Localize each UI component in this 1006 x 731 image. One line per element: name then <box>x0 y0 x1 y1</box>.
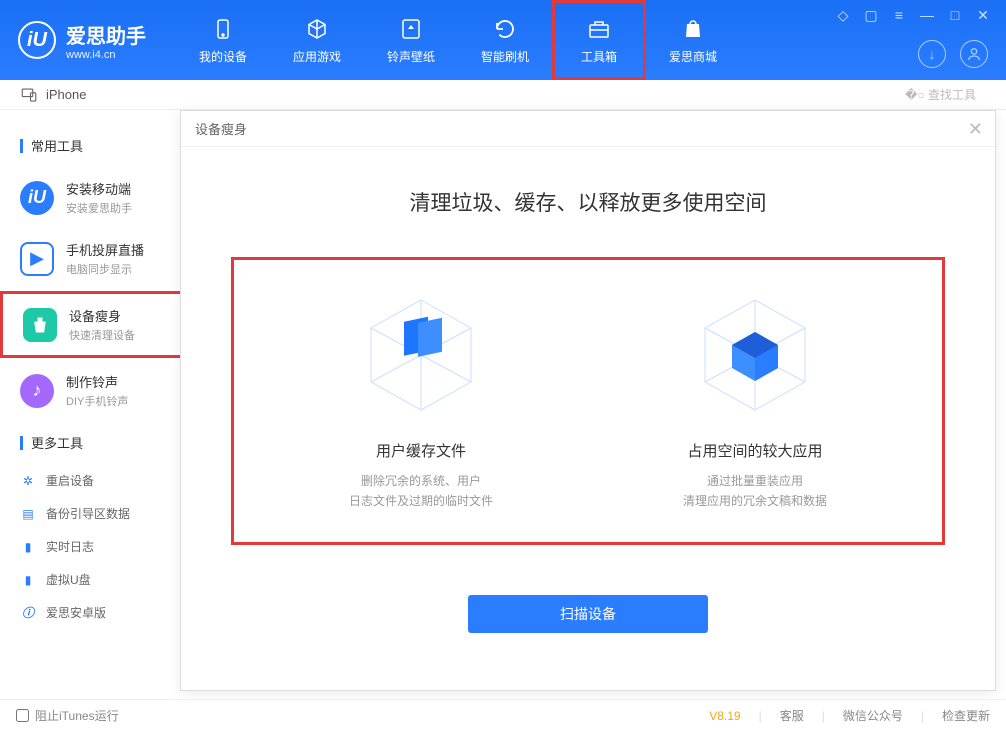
device-bar: iPhone �○ 查找工具 <box>0 80 1006 110</box>
device-icon <box>210 16 236 42</box>
minimize-icon[interactable]: — <box>918 6 936 24</box>
header-actions: ↓ <box>918 40 988 68</box>
option-apps-title: 占用空间的较大应用 <box>615 440 895 461</box>
music-icon <box>398 16 424 42</box>
toolbox-icon <box>586 16 612 42</box>
scan-device-button[interactable]: 扫描设备 <box>468 595 708 633</box>
sidebar-item-screencast[interactable]: ▶ 手机投屏直播电脑同步显示 <box>0 228 200 289</box>
update-link[interactable]: 检查更新 <box>942 707 990 724</box>
modal-close-button[interactable]: ✕ <box>968 119 983 140</box>
sidebar-section-common: 常用工具 <box>0 132 200 159</box>
nav-tab-apps[interactable]: 应用游戏 <box>270 0 364 80</box>
log-icon: ▮ <box>20 539 36 555</box>
nav-tab-toolbox[interactable]: 工具箱 <box>552 0 646 80</box>
screencast-icon: ▶ <box>20 242 54 276</box>
large-apps-icon <box>690 290 820 420</box>
install-icon: iU <box>20 181 54 215</box>
sidebar-item-log[interactable]: ▮实时日志 <box>0 530 200 563</box>
nav-tab-ringtone[interactable]: 铃声壁纸 <box>364 0 458 80</box>
service-link[interactable]: 客服 <box>780 707 804 724</box>
block-itunes-checkbox[interactable]: 阻止iTunes运行 <box>16 707 119 724</box>
app-url: www.i4.cn <box>66 49 146 61</box>
cleanup-options: 用户缓存文件 删除冗余的系统、用户日志文件及过期的临时文件 占用空间的较大应用 … <box>231 257 945 545</box>
bag-icon <box>680 16 706 42</box>
nav-tab-device[interactable]: 我的设备 <box>176 0 270 80</box>
user-icon[interactable] <box>960 40 988 68</box>
menu-icon[interactable]: ≡ <box>890 6 908 24</box>
sidebar-section-more: 更多工具 <box>0 429 200 456</box>
version-label: V8.19 <box>709 709 740 723</box>
refresh-icon <box>492 16 518 42</box>
option-cache-desc: 删除冗余的系统、用户日志文件及过期的临时文件 <box>281 471 561 512</box>
restart-icon: ✲ <box>20 473 36 489</box>
window-controls: ◇ ▢ ≡ — □ ✕ <box>834 6 992 24</box>
sidebar-item-ringtone[interactable]: ♪ 制作铃声DIY手机铃声 <box>0 360 200 421</box>
option-cache-title: 用户缓存文件 <box>281 440 561 461</box>
app-title: 爱思助手 <box>66 20 146 49</box>
device-indicator-icon <box>20 86 38 104</box>
usb-icon: ▮ <box>20 572 36 588</box>
feedback-icon[interactable]: ▢ <box>862 6 880 24</box>
nav-tabs: 我的设备 应用游戏 铃声壁纸 智能刷机 工具箱 爱思商城 <box>176 0 740 80</box>
download-icon[interactable]: ↓ <box>918 40 946 68</box>
block-itunes-input[interactable] <box>16 709 29 722</box>
app-header: iU 爱思助手 www.i4.cn 我的设备 应用游戏 铃声壁纸 智能刷机 工具… <box>0 0 1006 80</box>
sidebar-item-restart[interactable]: ✲重启设备 <box>0 464 200 497</box>
sidebar-item-usb[interactable]: ▮虚拟U盘 <box>0 563 200 596</box>
logo-area: iU 爱思助手 www.i4.cn <box>18 20 146 61</box>
skin-icon[interactable]: ◇ <box>834 6 852 24</box>
cube-icon <box>304 16 330 42</box>
search-tools[interactable]: �○ 查找工具 <box>905 86 976 103</box>
maximize-icon[interactable]: □ <box>946 6 964 24</box>
sidebar-item-install[interactable]: iU 安装移动端安装爱思助手 <box>0 167 200 228</box>
cache-files-icon <box>356 290 486 420</box>
ringtone-icon: ♪ <box>20 374 54 408</box>
android-icon: ⓘ <box>20 605 36 621</box>
option-apps-desc: 通过批量重装应用清理应用的冗余文稿和数据 <box>615 471 895 512</box>
sidebar-item-cleanup[interactable]: 设备瘦身快速清理设备 <box>0 291 200 358</box>
nav-tab-flash[interactable]: 智能刷机 <box>458 0 552 80</box>
footer: 阻止iTunes运行 V8.19 | 客服 | 微信公众号 | 检查更新 <box>0 699 1006 731</box>
cleanup-modal: 设备瘦身 ✕ 清理垃圾、缓存、以释放更多使用空间 用户缓存文件 删除冗余的系统、… <box>180 110 996 691</box>
modal-header: 设备瘦身 <box>181 111 995 147</box>
device-name: iPhone <box>46 87 86 102</box>
nav-tab-store[interactable]: 爱思商城 <box>646 0 740 80</box>
option-large-apps[interactable]: 占用空间的较大应用 通过批量重装应用清理应用的冗余文稿和数据 <box>615 290 895 512</box>
option-cache[interactable]: 用户缓存文件 删除冗余的系统、用户日志文件及过期的临时文件 <box>281 290 561 512</box>
backup-icon: ▤ <box>20 506 36 522</box>
sidebar-item-android[interactable]: ⓘ爱思安卓版 <box>0 596 200 629</box>
sidebar-item-backup[interactable]: ▤备份引导区数据 <box>0 497 200 530</box>
app-logo-icon: iU <box>18 21 56 59</box>
modal-title: 清理垃圾、缓存、以释放更多使用空间 <box>231 187 945 217</box>
wechat-link[interactable]: 微信公众号 <box>843 707 903 724</box>
cleanup-icon <box>23 308 57 342</box>
close-icon[interactable]: ✕ <box>974 6 992 24</box>
sidebar: 常用工具 iU 安装移动端安装爱思助手 ▶ 手机投屏直播电脑同步显示 设备瘦身快… <box>0 110 200 729</box>
